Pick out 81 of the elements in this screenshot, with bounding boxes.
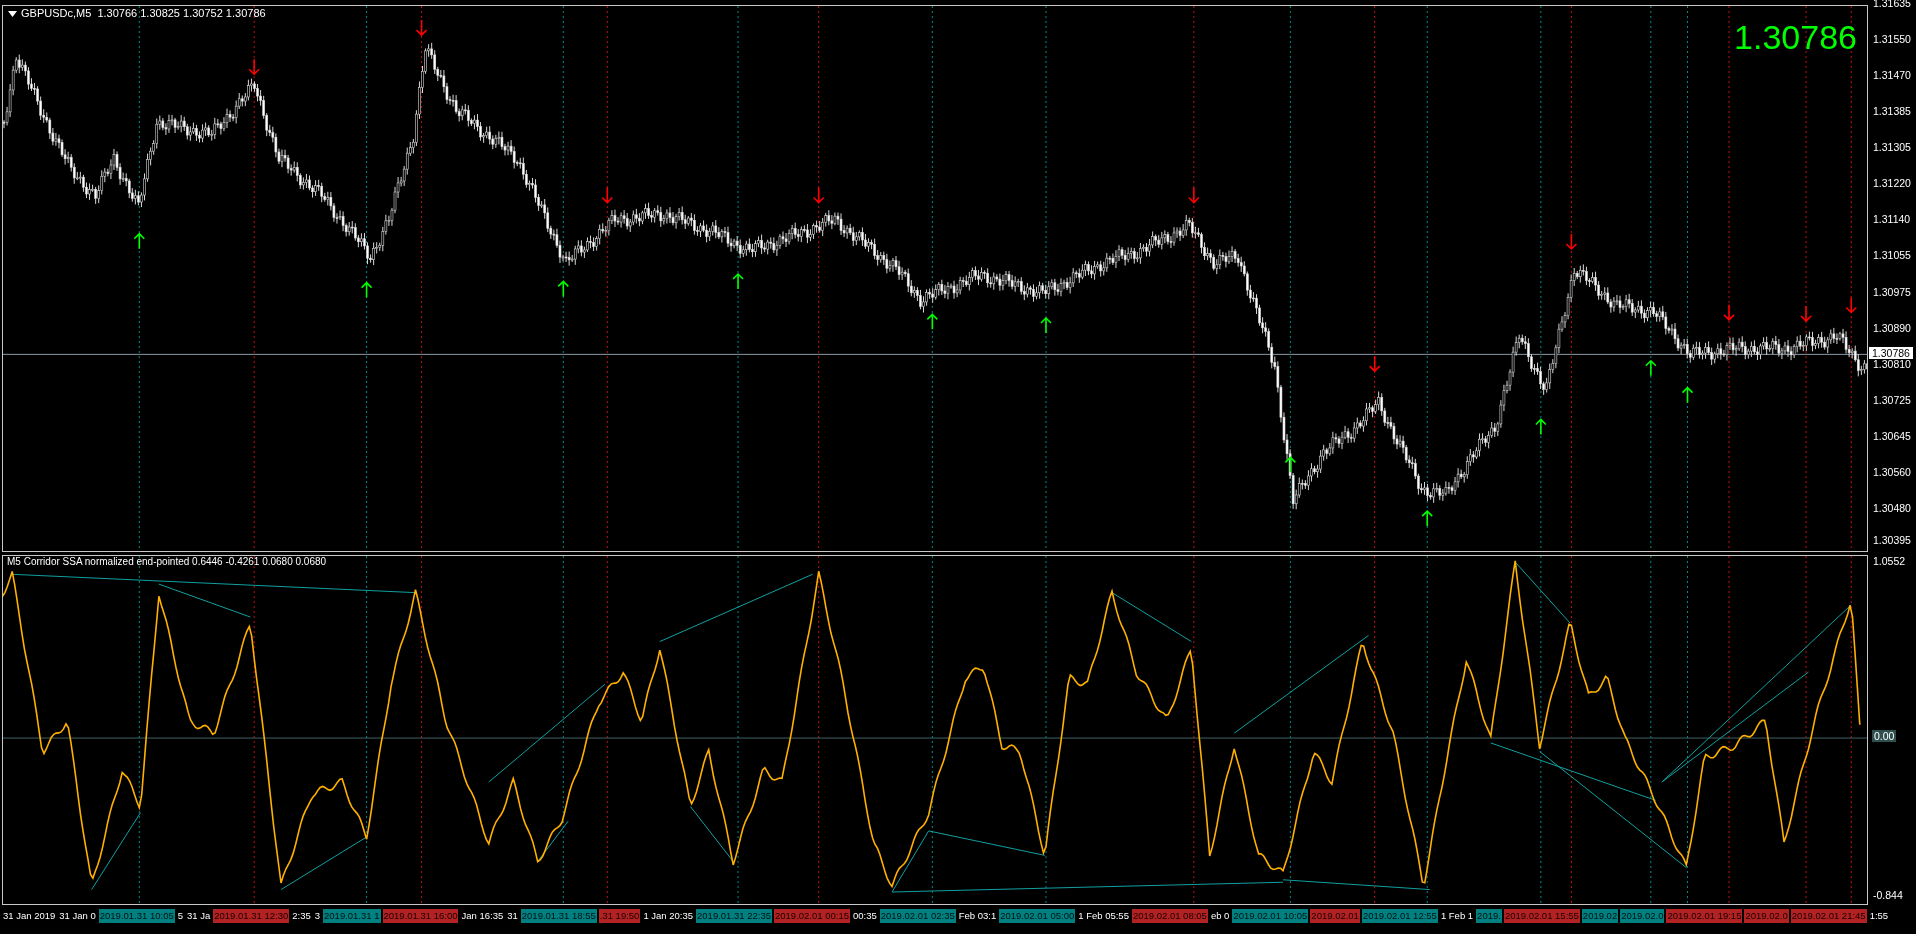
signal-time-tag: 2019.02.01 (1310, 909, 1360, 923)
dropdown-triangle-icon[interactable] (8, 11, 17, 17)
down-arrow-icon (1368, 355, 1381, 373)
down-arrow-icon (248, 58, 260, 76)
down-arrow-icon (1723, 304, 1735, 321)
price-label: 1.30395 (1873, 534, 1911, 546)
up-arrow-icon (1284, 456, 1297, 474)
signal-time-tag: 2019.02.01 19:15 (1666, 909, 1743, 923)
price-label: 1.31305 (1873, 141, 1911, 154)
price-label: 1.31055 (1873, 249, 1911, 262)
time-label: 2:35 (291, 909, 312, 923)
price-label: 1.31470 (1873, 69, 1911, 82)
up-arrow-icon (1421, 509, 1433, 527)
time-label: 5 (176, 909, 184, 923)
signal-time-tag: 2019.01.31 12:30 (213, 909, 290, 923)
down-arrow-icon (1800, 305, 1812, 323)
signal-time-tag: 2019.01.31 10:05 (98, 909, 175, 923)
indicator-scale-label: -0.844 (1873, 889, 1903, 901)
signal-time-tag: 2019.02.01 02:35 (879, 909, 956, 923)
signal-time-tag: 2019.02.0 (1620, 909, 1665, 923)
signal-time-tag: 2019.02.01 10:05 (1232, 909, 1309, 923)
signal-time-tag: 2019.01.31 1 (323, 909, 381, 923)
time-label: 3 (313, 909, 322, 923)
signal-time-tag: 2019.02 (1581, 909, 1619, 923)
time-label: 31 Jan 0 (58, 909, 97, 923)
signal-time-tag: 2019.02.01 12:55 (1361, 909, 1438, 923)
time-label: 00:35 (852, 909, 878, 923)
time-label: 1:55 (1868, 909, 1890, 923)
price-label: 1.30645 (1873, 429, 1911, 442)
down-arrow-icon (1188, 186, 1200, 204)
zero-level-tag: 0.00 (1872, 730, 1897, 743)
time-label: 1 Feb 1 (1439, 909, 1475, 923)
current-price-tag: 1.30786 (1869, 347, 1913, 360)
price-label: 1.31140 (1873, 213, 1911, 226)
signal-time-tag: 2019.02.0 (1744, 909, 1789, 923)
up-arrow-icon (360, 281, 373, 299)
down-arrow-icon (1565, 233, 1578, 251)
time-label: eb 0 (1209, 909, 1231, 923)
price-label: 1.30890 (1873, 321, 1911, 334)
signal-time-tag: 2019.02.01 08:05 (1131, 909, 1208, 923)
signal-time-tag: 2019.01.31 18:55 (520, 909, 597, 923)
time-label: Feb 03:1 (957, 909, 998, 923)
down-arrow-icon (415, 19, 428, 37)
price-label: 1.31550 (1873, 33, 1911, 46)
price-label: 1.30560 (1873, 465, 1911, 478)
signal-time-tag: .31 19:50 (598, 909, 641, 923)
last-price: 1.30786 (1734, 18, 1857, 57)
time-label: 31 Ja (186, 909, 212, 923)
up-arrow-icon (1535, 418, 1547, 436)
signal-time-tag: 2019.02.01 05:00 (999, 909, 1076, 923)
price-label: 1.30810 (1873, 357, 1911, 370)
price-label: 1.31635 (1873, 0, 1911, 9)
signal-time-tag: 2019.02.01 15:55 (1503, 909, 1580, 923)
up-arrow-icon (1681, 386, 1694, 404)
signal-time-tag: 2019.01.31 22:35 (696, 909, 772, 923)
indicator-scale-label: 1.0552 (1873, 555, 1906, 567)
time-label: 1 Jan 20:35 (642, 909, 695, 923)
up-arrow-icon (732, 272, 744, 290)
up-arrow-icon (1645, 359, 1657, 377)
price-label: 1.31220 (1873, 177, 1911, 190)
time-label: Jan 16:35 (460, 909, 505, 923)
down-arrow-icon (1845, 296, 1858, 314)
chart-header: GBPUSDc,M5 1.30766 1.30825 1.30752 1.30786 (21, 7, 266, 19)
up-arrow-icon (1040, 316, 1052, 334)
signal-time-tag: 2019.01.31 16:00 (382, 909, 459, 923)
signal-time-tag: 2019.02.01 00:15 (774, 909, 850, 923)
price-label: 1.30975 (1873, 285, 1911, 298)
time-label: 31 Jan 2019 (2, 909, 57, 923)
time-label: 31 (506, 909, 519, 923)
down-arrow-icon (601, 186, 614, 204)
time-label: 1 Feb 05:55 (1077, 909, 1130, 923)
up-arrow-icon (133, 232, 146, 250)
up-arrow-icon (557, 280, 570, 298)
price-label: 1.31385 (1873, 105, 1911, 118)
signal-time-tag: 2019. (1476, 909, 1502, 923)
price-label: 1.30480 (1873, 501, 1911, 514)
signal-time-tag: 2019.02.01 21:45 (1790, 909, 1867, 923)
indicator-title: M5 Corridor SSA normalized end-pointed 0.6446 -0.4261 0.0680 0.0680 (7, 556, 327, 567)
up-arrow-icon (926, 313, 939, 331)
down-arrow-icon (812, 186, 825, 204)
price-label: 1.30725 (1873, 393, 1911, 406)
